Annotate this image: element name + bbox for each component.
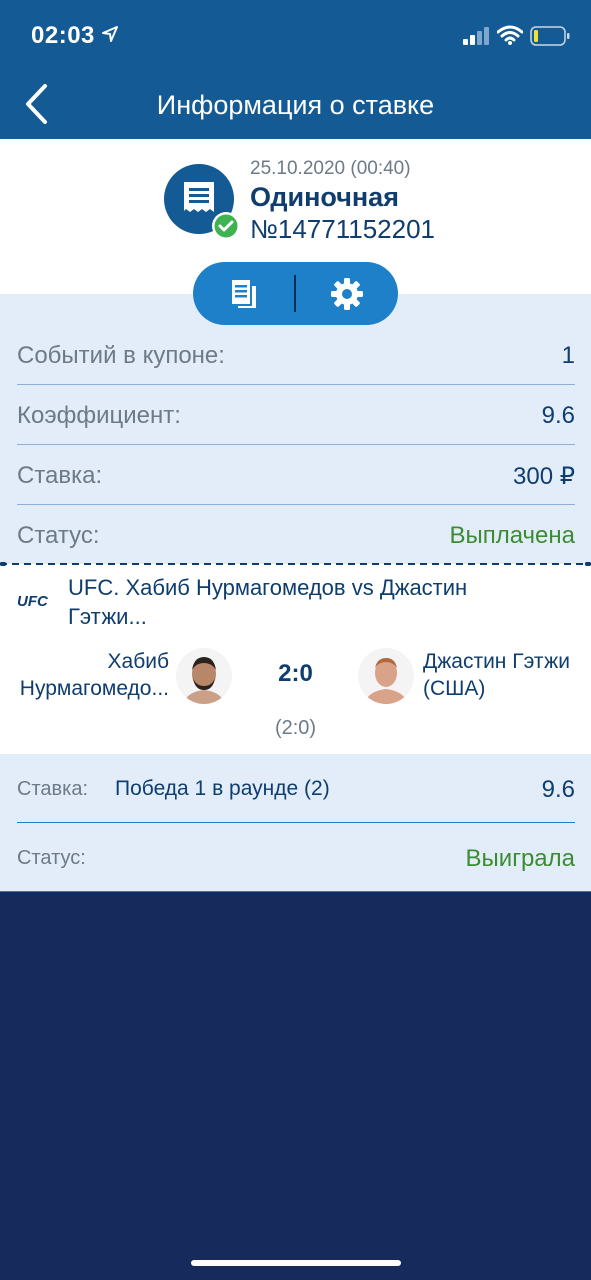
events-count-value: 1 xyxy=(561,342,575,369)
stake-label: Ставка: xyxy=(17,462,103,489)
team2-name-line1: Джастин Гэтжи xyxy=(423,650,570,673)
status-value: Выплачена xyxy=(449,522,575,549)
detail-odds: 9.6 xyxy=(541,776,575,803)
document-icon xyxy=(232,280,256,308)
tear-line xyxy=(0,562,591,566)
summary-row: Статус: Выплачена xyxy=(17,505,575,565)
stake-value: 300 ₽ xyxy=(513,463,575,490)
detail-row-stake: Ставка: Победа 1 в раунде (2) 9.6 xyxy=(17,754,575,823)
status-time: 02:03 xyxy=(31,22,95,49)
detail-row-status: Статус: Выиграла xyxy=(17,823,575,892)
detail-status-value: Выиграла xyxy=(465,845,575,872)
summary-row: Ставка: 300 ₽ xyxy=(17,445,575,505)
team2-name: Джастин Гэтжи (США) xyxy=(423,648,570,702)
odds-label: Коэффициент: xyxy=(17,402,181,429)
ufc-logo: UFC xyxy=(17,593,49,608)
detail-status-label: Статус: xyxy=(17,847,86,869)
summary-row: Коэффициент: 9.6 xyxy=(17,385,575,445)
bet-detail: Ставка: Победа 1 в раунде (2) 9.6 Статус… xyxy=(0,754,591,892)
page-title: Информация о ставке xyxy=(156,90,435,120)
battery-icon xyxy=(530,26,570,46)
event-title: UFC. Хабиб Нурмагомедов vs Джастин Гэтжи… xyxy=(68,575,468,629)
event-card[interactable]: UFC UFC. Хабиб Нурмагомедов vs Джастин Г… xyxy=(0,564,591,754)
status-bar: 02:03 xyxy=(0,0,591,70)
sub-score: (2:0) xyxy=(274,717,317,739)
detail-selection: Победа 1 в раунде (2) xyxy=(115,777,330,800)
odds-value: 9.6 xyxy=(541,402,575,429)
bet-date: 25.10.2020 (00:40) xyxy=(250,158,411,179)
team2-avatar xyxy=(358,648,414,704)
events-count-label: Событий в купоне: xyxy=(17,342,225,369)
summary-row: Событий в купоне: 1 xyxy=(17,325,575,385)
coupon-details-button[interactable] xyxy=(193,262,293,325)
coupon-icon xyxy=(164,164,240,240)
status-label: Статус: xyxy=(17,522,100,549)
gear-icon xyxy=(331,278,363,310)
signal-icon xyxy=(463,27,489,45)
bet-type: Одиночная xyxy=(250,182,399,212)
svg-text:UFC: UFC xyxy=(17,593,49,608)
bet-number: №14771152201 xyxy=(250,214,436,244)
navbar: Информация о ставке xyxy=(0,70,591,139)
home-indicator[interactable] xyxy=(191,1260,401,1266)
pill-divider xyxy=(294,275,296,312)
wifi-icon xyxy=(497,25,523,45)
team2-name-line2: (США) xyxy=(423,677,486,700)
location-arrow-icon xyxy=(102,26,118,42)
action-pill xyxy=(193,262,398,325)
detail-stake-label: Ставка: xyxy=(17,778,88,800)
bet-summary: Событий в купоне: 1 Коэффициент: 9.6 Ста… xyxy=(0,294,591,564)
settings-button[interactable] xyxy=(297,262,397,325)
check-badge-icon xyxy=(212,212,240,240)
